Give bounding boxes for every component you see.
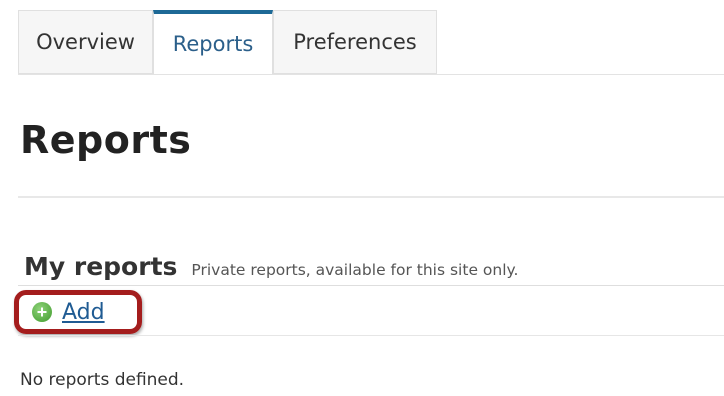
tab-bar: Overview Reports Preferences [18,10,724,75]
section-title: My reports [24,252,178,281]
section-description: Private reports, available for this site… [191,261,519,279]
tab-divider [18,74,724,75]
divider [18,335,724,336]
tab-label: Overview [36,30,135,54]
tab-label: Preferences [293,30,417,54]
divider [18,196,724,198]
divider [18,285,724,286]
tab-overview[interactable]: Overview [18,10,153,74]
section-header: My reports Private reports, available fo… [24,252,518,281]
page: Overview Reports Preferences Reports My … [0,0,724,396]
tab-preferences[interactable]: Preferences [273,10,437,74]
tab-label: Reports [172,32,254,56]
add-label: Add [62,299,105,325]
add-report-link[interactable]: Add [32,297,105,327]
add-circle-icon [32,302,52,322]
tab-reports[interactable]: Reports [153,10,273,75]
empty-state-text: No reports defined. [20,370,185,390]
page-title: Reports [20,118,192,162]
